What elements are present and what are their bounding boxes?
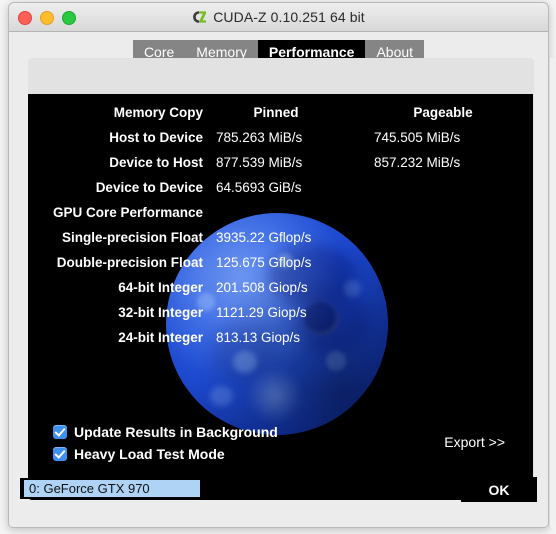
row-pageable: 745.505 MiB/s — [374, 130, 461, 145]
performance-results-panel: Memory Copy Pinned Pageable Host to Devi… — [28, 94, 533, 500]
ok-button[interactable]: OK — [461, 477, 537, 502]
section-header-row: GPU Core Performance — [28, 200, 533, 225]
option-label: Update Results in Background — [74, 424, 278, 440]
maximize-button[interactable] — [62, 11, 76, 25]
table-row: 32-bit Integer 1121.29 Giop/s — [28, 300, 533, 325]
row-pinned: 785.263 MiB/s — [216, 130, 303, 145]
row-pageable: 857.232 MiB/s — [374, 155, 461, 170]
export-button[interactable]: Export >> — [444, 434, 505, 450]
minimize-button[interactable] — [40, 11, 54, 25]
table-row: Device to Device 64.5693 GiB/s — [28, 175, 533, 200]
row-label: 24-bit Integer — [118, 330, 203, 345]
device-select[interactable]: 0: GeForce GTX 970 — [20, 478, 231, 499]
window-body: Core Memory Performance About Memory Cop… — [9, 32, 548, 527]
results-table: Memory Copy Pinned Pageable Host to Devi… — [28, 94, 533, 350]
table-row: Double-precision Float 125.675 Gflop/s — [28, 250, 533, 275]
option-update-results-in-background[interactable]: Update Results in Background — [53, 422, 278, 442]
cuda-z-logo-icon — [192, 10, 207, 24]
row-label: Device to Device — [95, 180, 203, 195]
row-pinned: 877.539 MiB/s — [216, 155, 303, 170]
window-title: CUDA-Z 0.10.251 64 bit — [213, 9, 365, 25]
row-value: 201.508 Giop/s — [216, 280, 308, 295]
row-value: 1121.29 Giop/s — [216, 305, 307, 320]
table-row: 64-bit Integer 201.508 Giop/s — [28, 275, 533, 300]
option-label: Heavy Load Test Mode — [74, 446, 225, 462]
table-row: Host to Device 785.263 MiB/s 745.505 MiB… — [28, 125, 533, 150]
row-value: 813.13 Giop/s — [216, 330, 301, 345]
table-row: Device to Host 877.539 MiB/s 857.232 MiB… — [28, 150, 533, 175]
window-title-group: CUDA-Z 0.10.251 64 bit — [9, 3, 548, 31]
cuda-z-window: CUDA-Z 0.10.251 64 bit Core Memory Perfo… — [8, 2, 549, 528]
section-header-gpu-core-performance: GPU Core Performance — [52, 205, 203, 220]
row-label: Device to Host — [109, 155, 203, 170]
row-pinned: 64.5693 GiB/s — [216, 180, 302, 195]
header-pinned: Pinned — [253, 105, 299, 120]
checkbox-checked-icon[interactable] — [53, 425, 67, 439]
checkbox-checked-icon[interactable] — [53, 447, 67, 461]
device-select-value: 0: GeForce GTX 970 — [29, 481, 150, 496]
row-value: 125.675 Gflop/s — [216, 255, 312, 270]
table-header-row: Memory Copy Pinned Pageable — [28, 100, 533, 125]
option-heavy-load-test-mode[interactable]: Heavy Load Test Mode — [53, 444, 278, 464]
options-group: Update Results in Background Heavy Load … — [53, 422, 278, 466]
bottom-bar: 0: GeForce GTX 970 OK — [9, 472, 548, 527]
window-titlebar[interactable]: CUDA-Z 0.10.251 64 bit — [9, 3, 548, 32]
row-label: 32-bit Integer — [118, 305, 203, 320]
table-row: Single-precision Float 3935.22 Gflop/s — [28, 225, 533, 250]
table-row: 24-bit Integer 813.13 Giop/s — [28, 325, 533, 350]
row-label: Host to Device — [109, 130, 203, 145]
close-button[interactable] — [18, 11, 32, 25]
row-value: 3935.22 Gflop/s — [216, 230, 312, 245]
device-select-highlight: 0: GeForce GTX 970 — [24, 480, 200, 497]
row-label: Double-precision Float — [56, 255, 203, 270]
background-window-scrollbar[interactable] — [549, 58, 555, 528]
row-label: Single-precision Float — [61, 230, 203, 245]
header-pageable: Pageable — [413, 105, 473, 120]
header-memory-copy: Memory Copy — [113, 105, 203, 120]
row-label: 64-bit Integer — [118, 280, 203, 295]
window-controls — [18, 11, 76, 25]
